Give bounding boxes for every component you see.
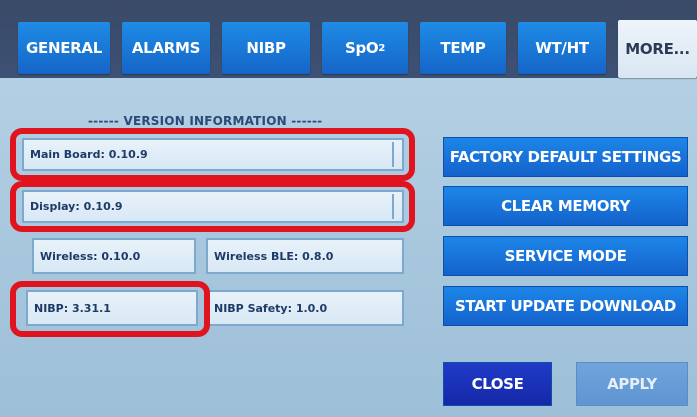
tab-general[interactable]: GENERAL (18, 22, 110, 74)
clear-memory-button[interactable]: CLEAR MEMORY (443, 186, 688, 226)
factory-default-settings-label: FACTORY DEFAULT SETTINGS (449, 148, 682, 166)
start-update-download-label: START UPDATE DOWNLOAD (455, 297, 676, 315)
factory-default-settings-button[interactable]: FACTORY DEFAULT SETTINGS (443, 137, 688, 177)
close-label: CLOSE (471, 375, 524, 393)
tab-bar: GENERAL ALARMS NIBP SpO 2 TEMP WT/HT MORE… (0, 0, 697, 78)
tab-nibp-label: NIBP (246, 39, 286, 57)
tab-general-label: GENERAL (26, 39, 102, 57)
tab-spo2-subscript: 2 (378, 42, 386, 54)
device-settings-screen: GENERAL ALARMS NIBP SpO 2 TEMP WT/HT MORE… (0, 0, 697, 417)
tab-more[interactable]: MORE... (618, 20, 697, 78)
version-information-heading: ------ VERSION INFORMATION ------ (88, 114, 323, 128)
clear-memory-label: CLEAR MEMORY (501, 197, 630, 215)
wireless-version-text: Wireless: 0.10.0 (40, 249, 141, 263)
tab-temp-label: TEMP (440, 39, 486, 57)
tab-wt-ht[interactable]: WT/HT (518, 22, 606, 74)
tab-alarms[interactable]: ALARMS (122, 22, 210, 74)
nibp-safety-version-field: NIBP Safety: 1.0.0 (206, 290, 404, 326)
highlight-display (10, 181, 415, 232)
apply-button[interactable]: APPLY (576, 362, 688, 406)
wireless-ble-version-field: Wireless BLE: 0.8.0 (206, 238, 404, 274)
wireless-version-field: Wireless: 0.10.0 (32, 238, 196, 274)
tab-more-label: MORE... (625, 40, 690, 58)
tab-spo2-label: SpO (344, 39, 379, 57)
tab-spo2[interactable]: SpO 2 (322, 22, 408, 74)
close-button[interactable]: CLOSE (443, 362, 552, 406)
service-mode-button[interactable]: SERVICE MODE (443, 236, 688, 276)
service-mode-label: SERVICE MODE (504, 247, 627, 265)
tab-alarms-label: ALARMS (131, 39, 201, 57)
start-update-download-button[interactable]: START UPDATE DOWNLOAD (443, 286, 688, 326)
wireless-ble-version-text: Wireless BLE: 0.8.0 (214, 249, 334, 263)
tab-wt-ht-label: WT/HT (535, 39, 589, 57)
tab-nibp[interactable]: NIBP (222, 22, 310, 74)
nibp-safety-version-text: NIBP Safety: 1.0.0 (214, 301, 328, 315)
apply-label: APPLY (607, 375, 657, 393)
tab-temp[interactable]: TEMP (420, 22, 506, 74)
highlight-main-board (10, 128, 415, 181)
highlight-nibp (10, 281, 210, 337)
